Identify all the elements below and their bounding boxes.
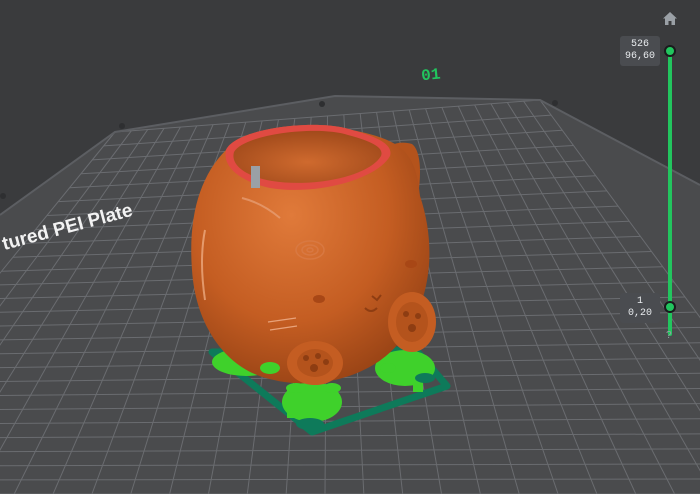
help-question-mark[interactable]: ?: [666, 330, 672, 341]
home-icon: [663, 12, 677, 25]
home-button[interactable]: [661, 10, 679, 28]
layer-slider[interactable]: 526 96,60 1 0,20: [600, 30, 700, 350]
slider-top-handle[interactable]: [664, 45, 676, 57]
slider-bottom-handle[interactable]: [664, 301, 676, 313]
plate-number: 01: [420, 65, 441, 85]
top-layer-box: 526 96,60: [620, 36, 660, 66]
slider-track[interactable]: [668, 50, 672, 336]
bottom-layer-height: 0,20: [627, 308, 652, 319]
top-layer-height: 96,60: [624, 51, 655, 62]
3d-viewport[interactable]: tured PEI Plate 01: [0, 0, 700, 494]
top-layer-number: 526: [630, 39, 649, 50]
bottom-layer-box: 1 0,20: [620, 293, 660, 323]
bottom-layer-number: 1: [636, 296, 643, 307]
